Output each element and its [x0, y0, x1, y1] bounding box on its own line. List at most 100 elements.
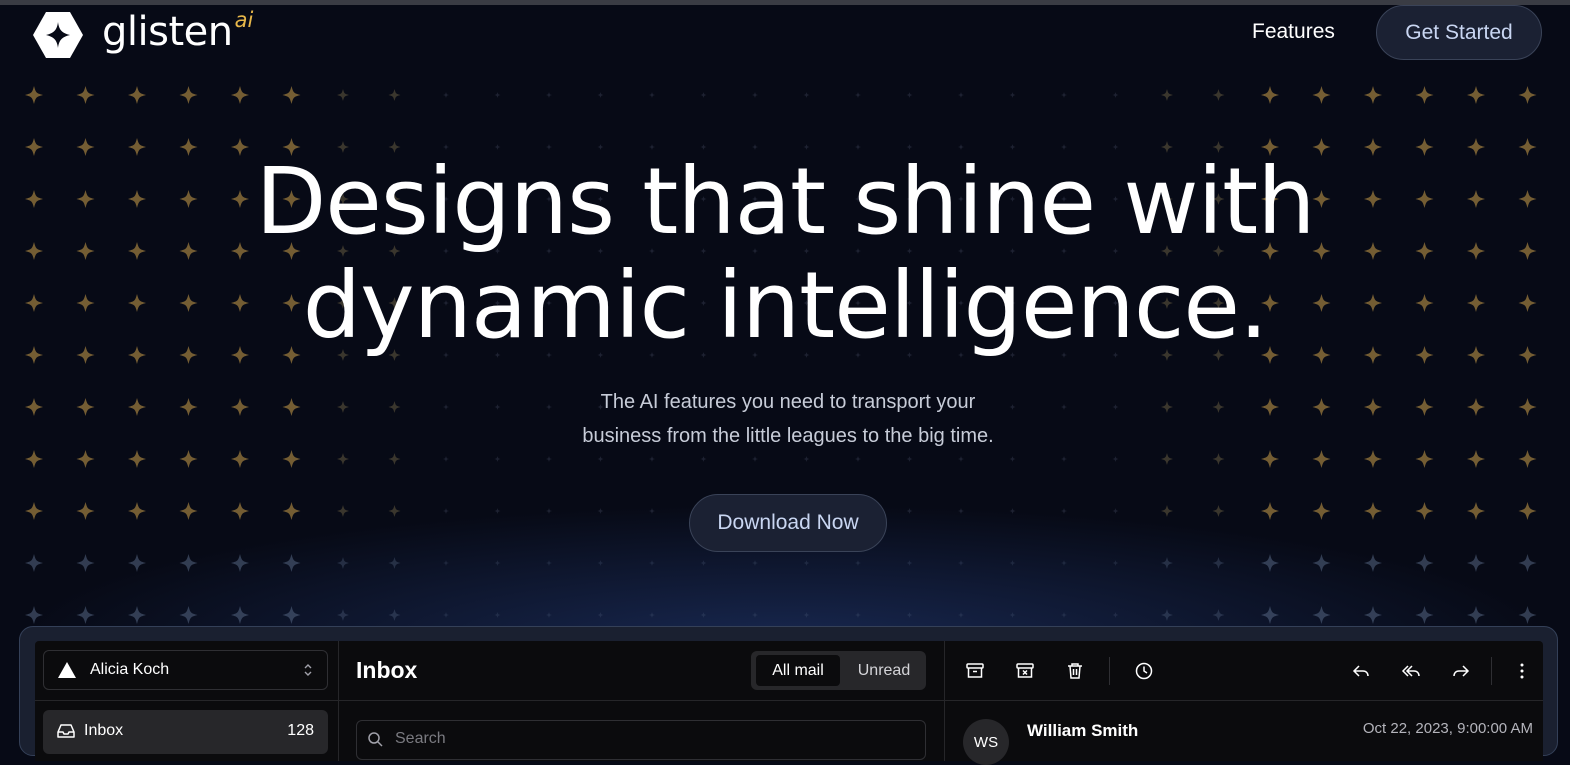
hero-title-line-2: dynamic intelligence.	[302, 252, 1269, 359]
sparkle-star	[1212, 453, 1225, 465]
sparkle-star	[906, 612, 913, 618]
sparkle-star	[1415, 606, 1434, 624]
sparkle-star	[958, 508, 964, 514]
sparkle-star	[25, 554, 43, 572]
sparkle-star	[494, 612, 501, 618]
sparkle-star	[494, 456, 501, 462]
mail-list-title: Inbox	[356, 657, 418, 683]
sparkle-star	[76, 502, 95, 520]
sparkle-star	[388, 453, 401, 465]
trash-icon[interactable]	[1065, 661, 1085, 681]
sparkle-star	[337, 89, 349, 101]
sparkle-star	[649, 508, 655, 514]
sparkle-star	[443, 92, 449, 98]
sparkle-star	[1312, 502, 1331, 520]
archive-icon[interactable]	[965, 661, 985, 681]
sparkle-star	[1061, 92, 1067, 98]
sparkle-star	[1518, 606, 1537, 624]
sparkle-star	[1009, 508, 1016, 514]
sparkle-star	[1061, 456, 1067, 462]
download-now-button[interactable]: Download Now	[689, 494, 887, 552]
sparkle-star	[179, 606, 198, 624]
sparkle-star	[803, 612, 810, 618]
sparkle-star	[546, 508, 552, 514]
sparkle-star	[179, 502, 198, 520]
sparkle-star	[546, 92, 552, 98]
brand-logo[interactable]: glisten ai	[32, 8, 253, 60]
sparkle-star	[1112, 612, 1119, 618]
forward-icon[interactable]	[1451, 661, 1471, 681]
sparkle-star	[958, 560, 964, 566]
account-logo-icon	[58, 662, 76, 678]
nav-features-link[interactable]: Features	[1252, 20, 1335, 44]
sparkle-star	[231, 502, 249, 520]
hero-subtitle: The AI features you need to transport yo…	[0, 385, 1570, 453]
sparkle-star	[1161, 505, 1173, 517]
sparkle-star	[1415, 554, 1434, 572]
sparkle-star	[1312, 606, 1331, 624]
sidebar-item-inbox[interactable]: Inbox 128	[43, 710, 328, 754]
sparkle-star	[1009, 92, 1016, 98]
sparkle-star	[546, 560, 552, 566]
sparkle-star	[700, 92, 707, 98]
reply-all-icon[interactable]	[1401, 661, 1421, 681]
reply-icon[interactable]	[1351, 661, 1371, 681]
sparkle-star	[231, 86, 249, 104]
sparkle-star	[1415, 86, 1434, 104]
more-vertical-icon[interactable]	[1512, 661, 1532, 681]
sparkle-star	[1061, 508, 1067, 514]
sparkle-star	[443, 560, 449, 566]
search-placeholder: Search	[395, 730, 446, 747]
sparkle-star	[906, 456, 913, 462]
sparkle-star	[1261, 554, 1279, 572]
sparkle-star	[1112, 560, 1119, 566]
archive-x-icon[interactable]	[1015, 661, 1035, 681]
sparkle-star	[803, 456, 810, 462]
sparkle-star	[494, 92, 501, 98]
sparkle-star	[649, 612, 655, 618]
sparkle-star	[1212, 557, 1225, 569]
sparkle-star	[25, 502, 43, 520]
hero-title: Designs that shine with dynamic intellig…	[0, 150, 1570, 358]
search-icon	[368, 732, 383, 747]
sparkle-star	[76, 554, 95, 572]
sparkle-star	[128, 606, 146, 624]
sparkle-star	[76, 606, 95, 624]
tab-unread[interactable]: Unread	[846, 655, 922, 686]
sparkle-star	[1467, 502, 1485, 520]
sparkle-star	[906, 560, 913, 566]
sparkle-star	[443, 612, 449, 618]
sparkle-star	[128, 554, 146, 572]
sparkle-star	[1161, 609, 1173, 621]
sparkle-star	[1009, 560, 1016, 566]
sparkle-star	[700, 456, 707, 462]
tab-all-mail[interactable]: All mail	[756, 655, 840, 686]
sparkle-star	[906, 92, 913, 98]
account-switcher[interactable]: Alicia Koch	[43, 650, 328, 690]
sparkle-star	[597, 456, 604, 462]
sparkle-star	[700, 612, 707, 618]
sparkle-star	[282, 554, 301, 572]
sparkle-star	[231, 554, 249, 572]
sparkle-star	[1112, 508, 1119, 514]
list-divider	[944, 641, 945, 761]
search-input[interactable]: Search	[356, 720, 926, 760]
message-sender: William Smith	[1027, 721, 1139, 740]
sparkle-star	[388, 89, 401, 101]
get-started-button[interactable]: Get Started	[1376, 5, 1542, 60]
sidebar-item-count: 128	[287, 722, 314, 739]
sparkle-star	[1061, 560, 1067, 566]
sparkle-star	[649, 560, 655, 566]
clock-icon[interactable]	[1134, 661, 1154, 681]
sparkle-star	[700, 560, 707, 566]
hero-title-line-1: Designs that shine with	[255, 148, 1315, 255]
sparkle-star	[958, 456, 964, 462]
sparkle-star	[546, 612, 552, 618]
sparkle-star	[1212, 609, 1225, 621]
sparkle-star	[1009, 456, 1016, 462]
sparkle-star	[855, 456, 861, 462]
sparkle-star	[1312, 554, 1331, 572]
sparkle-star	[958, 92, 964, 98]
sparkle-star	[752, 560, 758, 566]
sparkle-star	[1112, 456, 1119, 462]
